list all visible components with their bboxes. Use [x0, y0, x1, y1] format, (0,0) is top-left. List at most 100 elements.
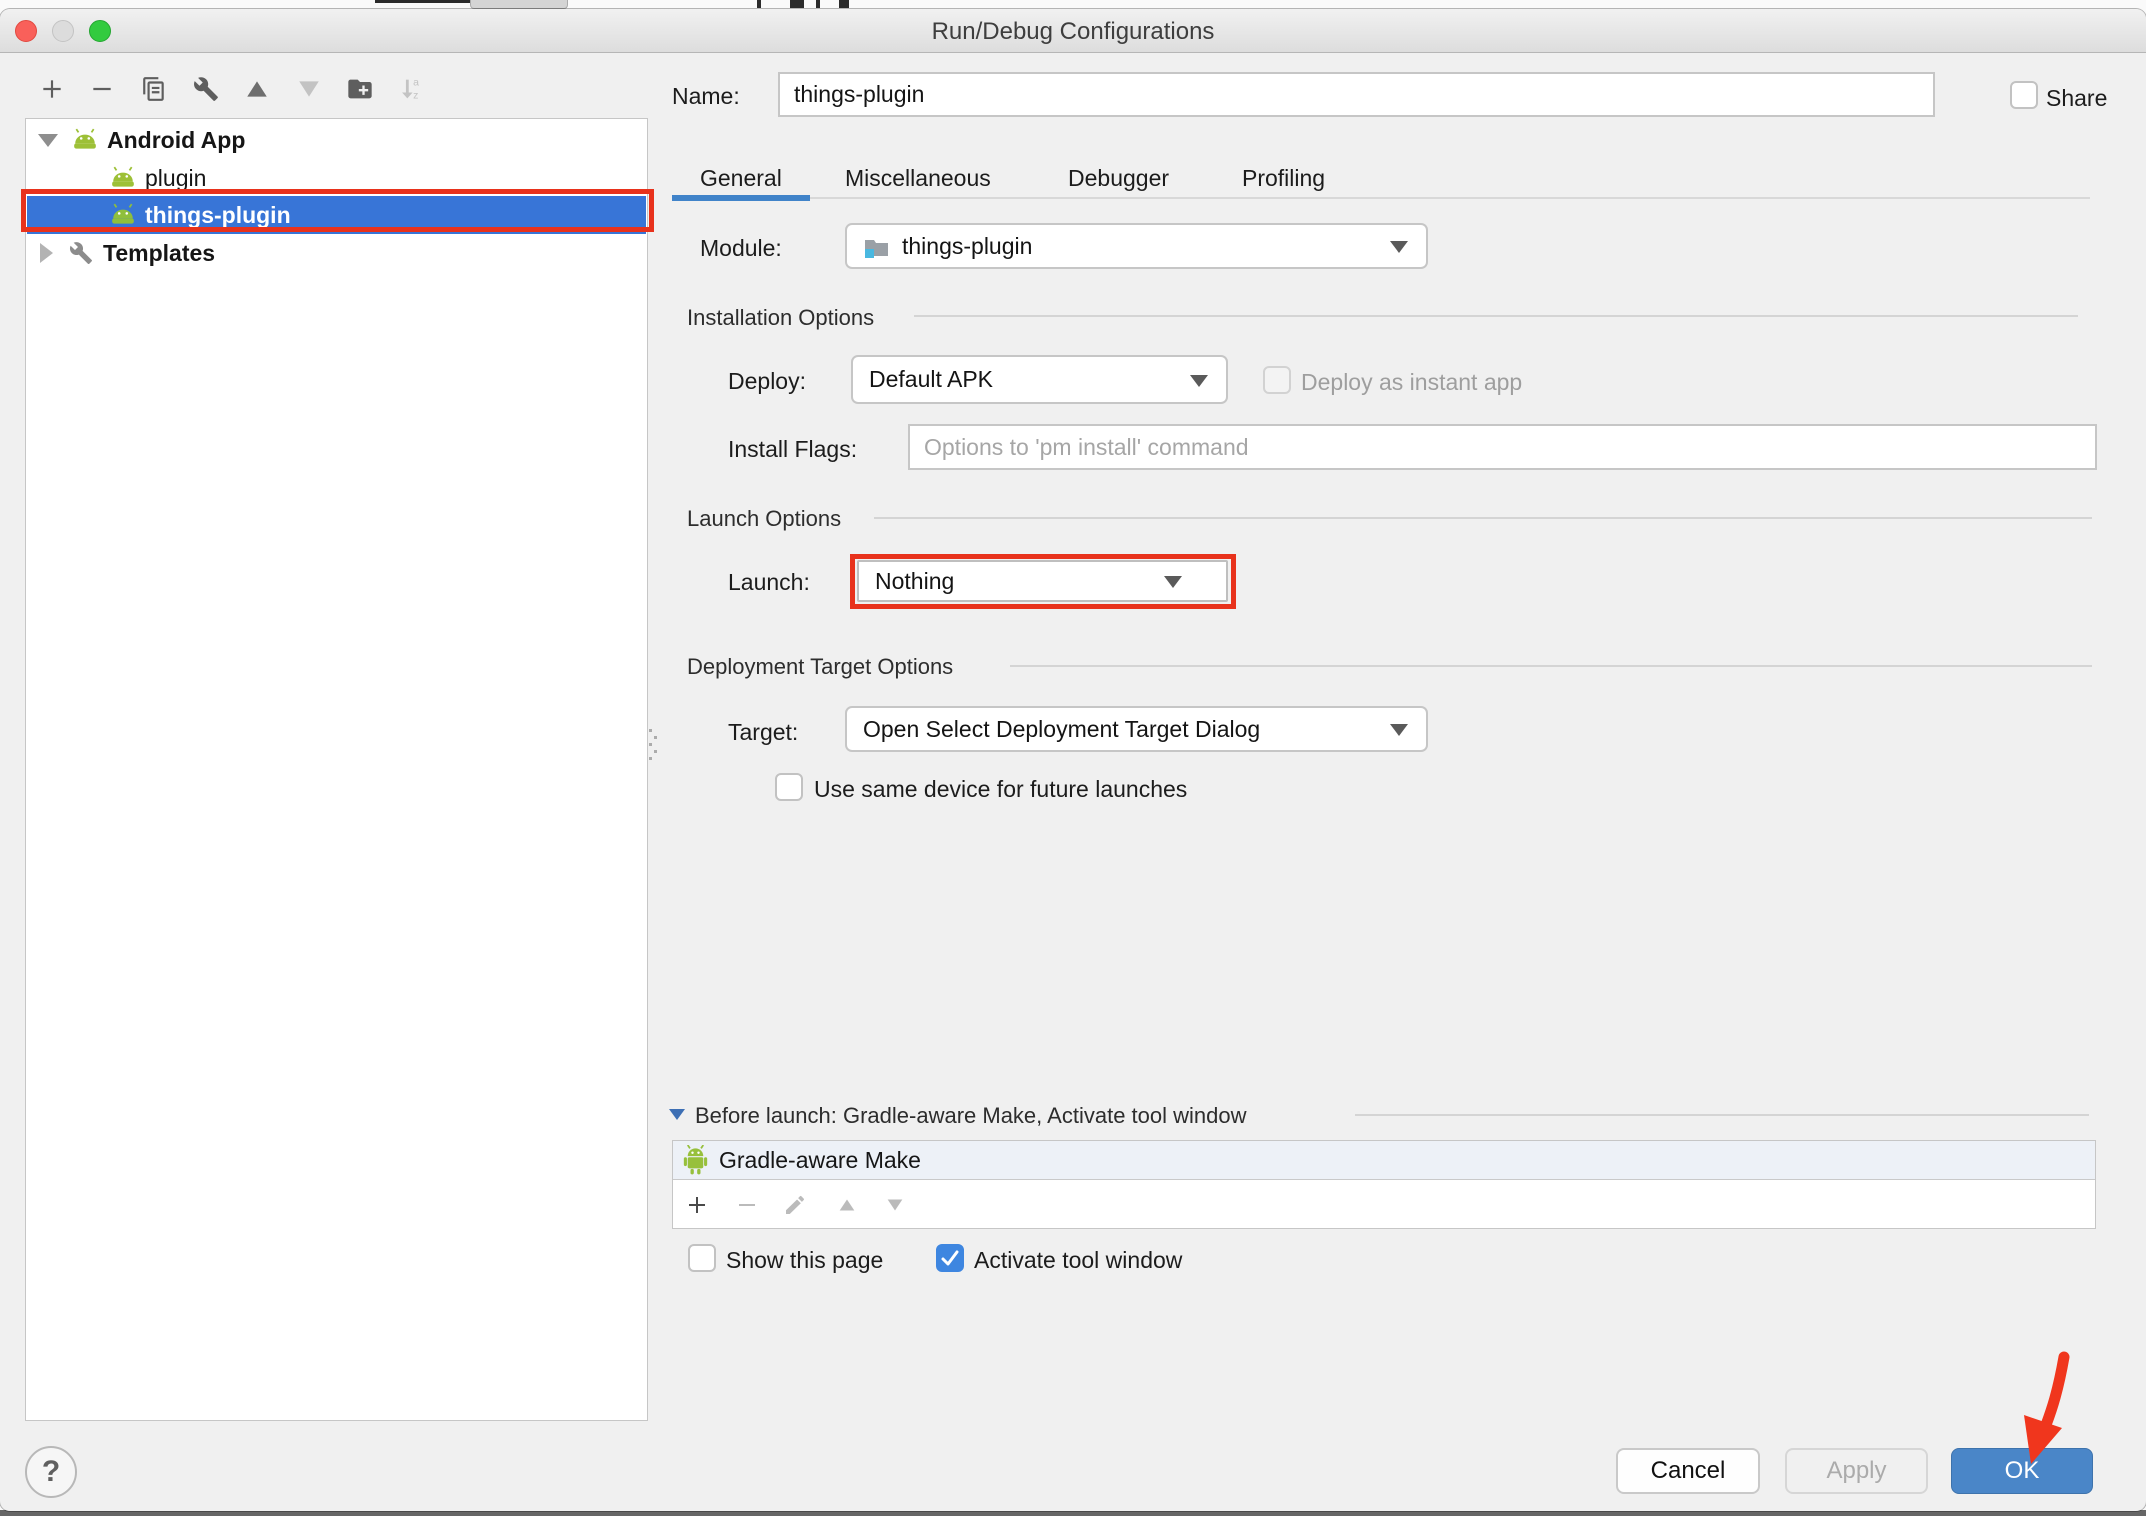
tree-item-templates[interactable]: Templates: [27, 234, 646, 272]
activate-tool-window-label: Activate tool window: [974, 1247, 1182, 1274]
sort-configurations-button[interactable]: a z: [398, 75, 426, 103]
tab-profiling[interactable]: Profiling: [1242, 165, 1325, 192]
move-task-down-button: [881, 1191, 909, 1219]
run-debug-configurations-dialog: Run/Debug Configurations a: [0, 9, 2146, 1511]
edit-defaults-button[interactable]: [192, 75, 220, 103]
ok-button[interactable]: OK: [1951, 1448, 2093, 1494]
deploy-instant-app-checkbox: [1263, 366, 1291, 394]
section-divider: [1355, 1114, 2089, 1116]
android-icon: [110, 203, 136, 227]
tab-general[interactable]: General: [700, 165, 782, 192]
tree-item-label: things-plugin: [145, 202, 291, 229]
pencil-icon: [783, 1193, 807, 1217]
background-text-fragment: [839, 0, 849, 8]
window-title: Run/Debug Configurations: [0, 18, 2146, 46]
target-value: Open Select Deployment Target Dialog: [863, 716, 1260, 743]
deploy-instant-app-label: Deploy as instant app: [1301, 369, 1522, 396]
background-text-fragment: [790, 0, 804, 8]
installation-options-title: Installation Options: [687, 305, 874, 331]
tree-item-things-plugin[interactable]: things-plugin: [27, 196, 646, 234]
chevron-down-icon: [1390, 724, 1408, 736]
show-this-page-checkbox[interactable]: [688, 1244, 716, 1272]
target-select[interactable]: Open Select Deployment Target Dialog: [845, 706, 1428, 752]
create-folder-button[interactable]: [346, 75, 374, 103]
activate-tool-window-checkbox[interactable]: [936, 1244, 964, 1272]
down-triangle-icon: [884, 1194, 906, 1216]
active-tab-indicator: [672, 195, 810, 201]
target-label: Target:: [728, 719, 798, 746]
deploy-label: Deploy:: [728, 368, 806, 395]
sort-alphabetically-icon: a z: [398, 75, 426, 103]
help-button[interactable]: ?: [25, 1446, 77, 1498]
deployment-target-options-title: Deployment Target Options: [687, 654, 953, 680]
plus-icon: [685, 1193, 709, 1217]
move-task-up-button: [833, 1191, 861, 1219]
copy-configuration-button[interactable]: [140, 75, 168, 103]
share-checkbox[interactable]: [2010, 81, 2038, 109]
chevron-down-icon: [1390, 241, 1408, 253]
android-robot-icon: [682, 1145, 709, 1175]
deploy-value: Default APK: [869, 366, 993, 393]
add-configuration-button[interactable]: [38, 75, 66, 103]
deploy-select[interactable]: Default APK: [851, 355, 1228, 404]
add-task-button[interactable]: [683, 1191, 711, 1219]
panel-splitter[interactable]: [649, 729, 659, 763]
task-row-gradle-aware-make[interactable]: Gradle-aware Make: [673, 1141, 2095, 1180]
install-flags-label: Install Flags:: [728, 436, 857, 463]
tree-item-label: Android App: [107, 127, 245, 154]
minus-icon: [89, 76, 115, 102]
help-label: ?: [42, 1455, 60, 1489]
before-launch-task-list: Gradle-aware Make: [672, 1140, 2096, 1229]
up-triangle-icon: [244, 76, 270, 102]
chevron-down-icon: [1190, 375, 1208, 387]
wrench-icon: [69, 241, 93, 265]
tab-debugger[interactable]: Debugger: [1068, 165, 1169, 192]
use-same-device-label: Use same device for future launches: [814, 776, 1187, 803]
module-value: things-plugin: [902, 233, 1032, 260]
launch-select[interactable]: Nothing: [857, 560, 1228, 602]
install-flags-input[interactable]: [908, 424, 2097, 470]
module-select[interactable]: things-plugin: [845, 223, 1428, 269]
android-icon: [110, 166, 136, 190]
tree-item-android-app[interactable]: Android App: [27, 121, 646, 159]
edit-task-button: [781, 1191, 809, 1219]
name-input[interactable]: [778, 72, 1935, 117]
configurations-tree: Android App plugin: [25, 118, 648, 1421]
titlebar[interactable]: Run/Debug Configurations: [0, 9, 2146, 53]
screen: Run/Debug Configurations a: [0, 0, 2146, 1516]
move-up-button[interactable]: [243, 75, 271, 103]
remove-configuration-button[interactable]: [88, 75, 116, 103]
background-text-fragment: [757, 0, 761, 8]
launch-label: Launch:: [728, 569, 810, 596]
plus-icon: [39, 76, 65, 102]
module-icon: [863, 234, 890, 259]
task-label: Gradle-aware Make: [719, 1147, 921, 1174]
launch-options-title: Launch Options: [687, 506, 841, 532]
tree-item-label: plugin: [145, 165, 206, 192]
new-folder-icon: [346, 75, 374, 103]
show-this-page-label: Show this page: [726, 1247, 883, 1274]
svg-text:a: a: [413, 77, 419, 89]
move-down-button[interactable]: [295, 75, 323, 103]
name-label: Name:: [672, 83, 740, 110]
collapse-section-icon[interactable]: [669, 1109, 685, 1120]
launch-value: Nothing: [875, 568, 954, 595]
background-window-button-fragment: [470, 0, 568, 9]
section-divider: [874, 517, 2092, 519]
remove-task-button: [733, 1191, 761, 1219]
up-triangle-icon: [836, 1194, 858, 1216]
checkmark-icon: [938, 1246, 962, 1270]
cancel-button[interactable]: Cancel: [1616, 1448, 1760, 1494]
use-same-device-checkbox[interactable]: [775, 773, 803, 801]
tree-item-plugin[interactable]: plugin: [27, 159, 646, 197]
expander-right-icon[interactable]: [40, 243, 53, 263]
android-icon: [72, 128, 98, 152]
before-launch-title[interactable]: Before launch: Gradle-aware Make, Activa…: [695, 1103, 1247, 1129]
expander-down-icon[interactable]: [38, 134, 58, 147]
chevron-down-icon: [1164, 576, 1182, 588]
tab-miscellaneous[interactable]: Miscellaneous: [845, 165, 991, 192]
apply-button[interactable]: Apply: [1785, 1448, 1928, 1494]
copy-icon: [141, 76, 167, 102]
tree-item-label: Templates: [103, 240, 215, 267]
down-triangle-icon: [296, 76, 322, 102]
